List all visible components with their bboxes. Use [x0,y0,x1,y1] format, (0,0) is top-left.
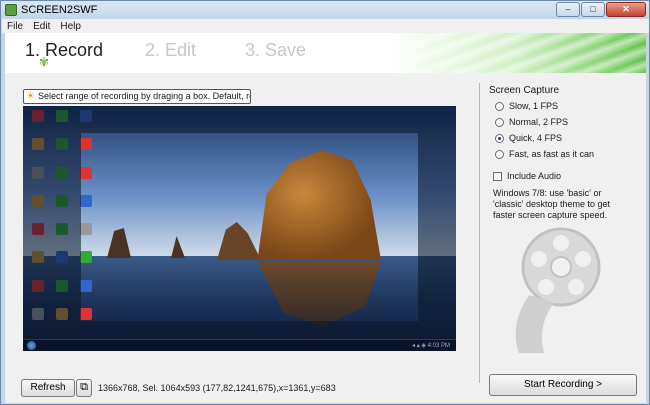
film-reel-icon [515,227,601,353]
app-icon [5,4,17,16]
close-button[interactable]: ✕ [606,2,646,17]
start-orb-icon [27,341,36,350]
fps-option-fast[interactable]: Fast, as fast as it can [495,149,594,159]
capture-settings-title: Screen Capture [489,85,560,96]
maximize-button[interactable]: □ [581,2,605,17]
include-audio-checkbox[interactable] [493,171,502,181]
steps-header: 1. Record ✾ 2. Edit 3. Save [5,33,646,73]
fps-option-label: Normal, 2 FPS [509,117,569,127]
selection-mask-right [418,133,456,351]
title-bar[interactable]: SCREEN2SWF – □ ✕ [1,1,649,19]
lightbulb-icon: ☀ [26,91,35,102]
fps-option-label: Slow, 1 FPS [509,101,559,111]
panel-divider [479,83,480,383]
fps-radio-fast[interactable] [495,149,504,159]
selection-status: 1366x768, Sel. 1064x593 (177,82,1241,675… [98,383,336,393]
fps-option-label: Fast, as fast as it can [509,149,595,159]
menu-file[interactable]: File [2,21,28,32]
screen-preview[interactable]: ◂ ▴ ◈ 4:03 PM [23,106,456,351]
tip-text: Select range of recording by draging a b… [38,91,250,101]
fps-radio-slow[interactable] [495,101,504,111]
preview-desktop-icon [80,307,92,320]
select-region-icon[interactable]: ⧉ [76,379,92,397]
preview-desktop-icon [80,194,92,207]
preview-desktop-icon [80,166,92,179]
step-save[interactable]: 3. Save [245,40,306,61]
fps-option-normal[interactable]: Normal, 2 FPS [495,117,568,127]
preview-desktop-icon [80,251,92,264]
preview-desktop-icon [80,279,92,292]
window-title: SCREEN2SWF [21,4,98,16]
include-audio-option[interactable]: Include Audio [493,171,561,181]
fps-option-slow[interactable]: Slow, 1 FPS [495,101,558,111]
record-step-icon: ✾ [39,55,50,69]
selection-mask-left [23,106,81,351]
minimize-button[interactable]: – [556,2,580,17]
preview-taskbar: ◂ ▴ ◈ 4:03 PM [23,339,456,351]
app-window: SCREEN2SWF – □ ✕ File Edit Help 1. Recor… [0,0,650,405]
preview-desktop-icon [80,223,92,235]
preview-desktop-icon [80,138,92,151]
fps-radio-quick[interactable] [495,133,504,143]
start-recording-button[interactable]: Start Recording > [489,374,637,396]
fps-option-label: Quick, 4 FPS [509,133,563,143]
window-controls: – □ ✕ [556,2,646,17]
fps-option-quick[interactable]: Quick, 4 FPS [495,133,562,143]
menu-edit[interactable]: Edit [28,21,55,32]
preview-tray: ◂ ▴ ◈ 4:03 PM [412,343,450,349]
fps-radio-normal[interactable] [495,117,504,127]
step-record[interactable]: 1. Record [25,40,103,61]
menu-help[interactable]: Help [55,21,86,32]
refresh-button[interactable]: Refresh [21,379,75,397]
selection-mask-top [81,106,456,133]
menu-bar: File Edit Help [2,19,649,33]
recording-tip: ☀ Select range of recording by draging a… [23,89,251,104]
step-edit[interactable]: 2. Edit [145,40,196,61]
include-audio-label: Include Audio [507,171,562,181]
main-panel: ☀ Select range of recording by draging a… [5,73,646,403]
